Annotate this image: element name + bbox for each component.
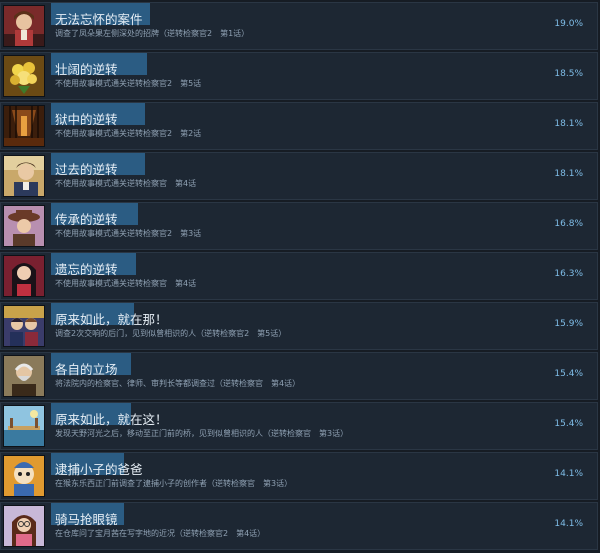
portrait-duo-icon	[3, 305, 45, 347]
unlock-percentage: 18.1%	[554, 169, 583, 179]
achievement-title: 传承的逆转	[55, 212, 118, 227]
portrait-glasses-icon	[3, 505, 45, 547]
portrait-hat-icon	[3, 205, 45, 247]
achievement-description: 调查2次交响的后门，见到似曾相识的人（逆转检察官2 第5话）	[55, 329, 287, 338]
achievement-title: 各自的立场	[55, 362, 118, 377]
portrait-red-icon	[3, 5, 45, 47]
unlock-percentage: 15.4%	[554, 419, 583, 429]
achievement-title: 原来如此，就在那！	[55, 312, 168, 327]
unlock-percentage: 14.1%	[554, 519, 583, 529]
achievement-description: 将法院内的检察官、律师、审判长等都调查过（逆转检察官 第4话）	[55, 379, 301, 388]
achievement-title: 遗忘的逆转	[55, 262, 118, 277]
achievement-row[interactable]: 狱中的逆转 不使用故事模式通关逆转检察官2 第2话 18.1%	[0, 102, 598, 150]
prison-corridor-icon	[3, 105, 45, 147]
achievement-title: 狱中的逆转	[55, 112, 118, 127]
achievement-description: 不使用故事模式通关逆转检察官 第4话	[55, 279, 197, 288]
achievement-row[interactable]: 传承的逆转 不使用故事模式通关逆转检察官2 第3话 16.8%	[0, 202, 598, 250]
achievement-title: 逮捕小子的爸爸	[55, 462, 143, 477]
unlock-percentage: 18.5%	[554, 69, 583, 79]
achievement-description: 不使用故事模式通关逆转检察官2 第2话	[55, 129, 202, 138]
achievement-title: 过去的逆转	[55, 162, 118, 177]
achievement-description: 不使用故事模式通关逆转检察官2 第3话	[55, 229, 202, 238]
unlock-percentage: 18.1%	[554, 119, 583, 129]
achievement-description: 不使用故事模式通关逆转检察官2 第5话	[55, 79, 202, 88]
achievement-description: 在猴东乐西正门前调查了逮捕小子的创作者（逆转检察官 第3话）	[55, 479, 293, 488]
achievement-row[interactable]: 过去的逆转 不使用故事模式通关逆转检察官 第4话 18.1%	[0, 152, 598, 200]
achievement-list: 无法忘怀的案件 调查了凤朵果左侧深处的招牌（逆转检察官2 第1话） 19.0% …	[0, 0, 600, 553]
portrait-elder-icon	[3, 355, 45, 397]
achievement-title: 原来如此，就在这！	[55, 412, 168, 427]
unlock-percentage: 15.9%	[554, 319, 583, 329]
achievement-row[interactable]: 原来如此，就在那！ 调查2次交响的后门，见到似曾相识的人（逆转检察官2 第5话）…	[0, 302, 598, 350]
unlock-percentage: 15.4%	[554, 369, 583, 379]
achievement-row[interactable]: 各自的立场 将法院内的检察官、律师、审判长等都调查过（逆转检察官 第4话） 15…	[0, 352, 598, 400]
achievement-description: 发现天野河光之后，移动至正门前的桥，见到似曾相识的人（逆转检察官 第3话）	[55, 429, 349, 438]
achievement-title: 骑马抢眼镜	[55, 512, 118, 527]
achievement-title: 壮阔的逆转	[55, 62, 118, 77]
achievement-row[interactable]: 骑马抢眼镜 在仓库问了宝月茜在写字地的近况（逆转检察官2 第4话） 14.1%	[0, 502, 598, 550]
achievement-row[interactable]: 原来如此，就在这！ 发现天野河光之后，移动至正门前的桥，见到似曾相识的人（逆转检…	[0, 402, 598, 450]
unlock-percentage: 19.0%	[554, 19, 583, 29]
achievement-row[interactable]: 无法忘怀的案件 调查了凤朵果左侧深处的招牌（逆转检察官2 第1话） 19.0%	[0, 2, 598, 50]
bridge-scene-icon	[3, 405, 45, 447]
bouquet-icon	[3, 55, 45, 97]
portrait-woman-icon	[3, 255, 45, 297]
mascot-icon	[3, 455, 45, 497]
unlock-percentage: 16.8%	[554, 219, 583, 229]
achievement-description: 不使用故事模式通关逆转检察官 第4话	[55, 179, 197, 188]
achievement-title: 无法忘怀的案件	[55, 12, 143, 27]
achievement-row[interactable]: 逮捕小子的爸爸 在猴东乐西正门前调查了逮捕小子的创作者（逆转检察官 第3话） 1…	[0, 452, 598, 500]
unlock-percentage: 16.3%	[554, 269, 583, 279]
achievement-row[interactable]: 遗忘的逆转 不使用故事模式通关逆转检察官 第4话 16.3%	[0, 252, 598, 300]
unlock-percentage: 14.1%	[554, 469, 583, 479]
achievement-description: 在仓库问了宝月茜在写字地的近况（逆转检察官2 第4话）	[55, 529, 266, 538]
portrait-man-icon	[3, 155, 45, 197]
achievement-description: 调查了凤朵果左侧深处的招牌（逆转检察官2 第1话）	[55, 29, 250, 38]
achievement-row[interactable]: 壮阔的逆转 不使用故事模式通关逆转检察官2 第5话 18.5%	[0, 52, 598, 100]
